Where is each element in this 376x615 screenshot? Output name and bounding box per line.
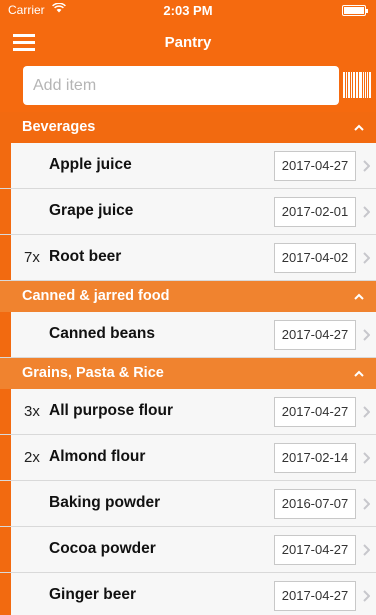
list-item[interactable]: 2x Almond flour 2017-02-14 (0, 435, 376, 481)
chevron-right-icon (363, 590, 370, 602)
chevron-right-icon (363, 498, 370, 510)
list-item[interactable]: Apple juice 2017-04-27 (0, 143, 376, 189)
item-stripe (0, 527, 11, 572)
section-header-grains[interactable]: Grains, Pasta & Rice (0, 358, 376, 389)
section-header-canned[interactable]: Canned & jarred food (0, 281, 376, 312)
item-name: Almond flour (49, 448, 146, 465)
item-quantity: 2x (24, 449, 40, 466)
add-item-input[interactable] (23, 66, 339, 105)
item-quantity: 7x (24, 249, 40, 266)
item-stripe (0, 481, 11, 526)
chevron-up-icon (354, 124, 364, 131)
pantry-list: Beverages Apple juice 2017-04-27 Grape j… (0, 112, 376, 615)
chevron-right-icon (363, 452, 370, 464)
section-header-beverages[interactable]: Beverages (0, 112, 376, 143)
status-bar: Carrier 2:03 PM (0, 0, 376, 20)
list-item[interactable]: Grape juice 2017-02-01 (0, 189, 376, 235)
item-stripe (0, 573, 11, 615)
item-stripe (0, 143, 11, 188)
navbar: Pantry (0, 20, 376, 64)
chevron-right-icon (363, 160, 370, 172)
chevron-right-icon (363, 206, 370, 218)
chevron-right-icon (363, 252, 370, 264)
list-item[interactable]: Ginger beer 2017-04-27 (0, 573, 376, 615)
item-stripe (0, 389, 11, 434)
expiry-date-field[interactable]: 2017-02-14 (274, 443, 356, 473)
expiry-date-field[interactable]: 2017-04-27 (274, 535, 356, 565)
battery-icon (342, 5, 368, 16)
item-name: All purpose flour (49, 402, 173, 419)
list-item[interactable]: Canned beans 2017-04-27 (0, 312, 376, 358)
expiry-date-field[interactable]: 2017-04-27 (274, 151, 356, 181)
expiry-date-field[interactable]: 2017-02-01 (274, 197, 356, 227)
item-name: Apple juice (49, 156, 132, 173)
item-quantity: 3x (24, 403, 40, 420)
header: Carrier 2:03 PM Pantry (0, 0, 376, 112)
item-name: Baking powder (49, 494, 161, 511)
section-title: Canned & jarred food (22, 288, 170, 304)
item-stripe (0, 235, 11, 280)
chevron-right-icon (363, 329, 370, 341)
list-item[interactable]: 3x All purpose flour 2017-04-27 (0, 389, 376, 435)
expiry-date-field[interactable]: 2017-04-27 (274, 320, 356, 350)
expiry-date-field[interactable]: 2017-04-27 (274, 397, 356, 427)
list-item[interactable]: Baking powder 2016-07-07 (0, 481, 376, 527)
item-name: Root beer (49, 248, 122, 265)
chevron-up-icon (354, 370, 364, 377)
item-stripe (0, 189, 11, 234)
expiry-date-field[interactable]: 2017-04-27 (274, 581, 356, 611)
section-title: Grains, Pasta & Rice (22, 365, 164, 381)
item-name: Cocoa powder (49, 540, 156, 557)
item-name: Ginger beer (49, 586, 136, 603)
chevron-up-icon (354, 293, 364, 300)
list-item[interactable]: Cocoa powder 2017-04-27 (0, 527, 376, 573)
chevron-right-icon (363, 406, 370, 418)
expiry-date-field[interactable]: 2016-07-07 (274, 489, 356, 519)
barcode-scan-icon[interactable] (343, 72, 371, 98)
expiry-date-field[interactable]: 2017-04-02 (274, 243, 356, 273)
list-item[interactable]: 7x Root beer 2017-04-02 (0, 235, 376, 281)
item-stripe (0, 312, 11, 357)
section-title: Beverages (22, 119, 96, 135)
status-time: 2:03 PM (163, 3, 213, 18)
item-stripe (0, 435, 11, 480)
item-name: Canned beans (49, 325, 155, 342)
item-name: Grape juice (49, 202, 134, 219)
page-title: Pantry (164, 34, 212, 51)
chevron-right-icon (363, 544, 370, 556)
